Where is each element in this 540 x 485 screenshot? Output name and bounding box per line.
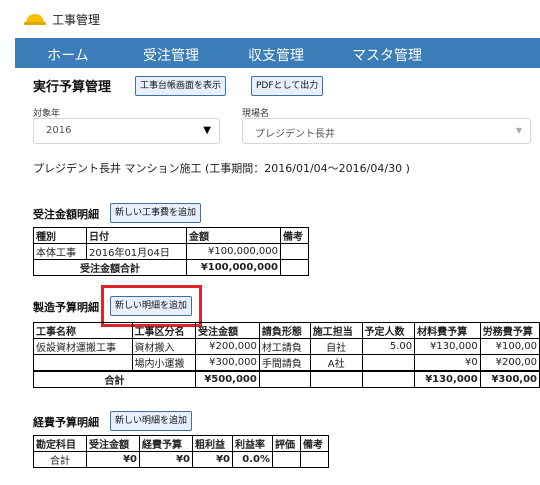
nav-balance[interactable]: 収支管理 — [248, 45, 304, 65]
empty-cell — [280, 259, 309, 276]
cell-note — [280, 243, 309, 260]
manufacturing-table: 工事名称 工事区分名 受注金額 請負形態 施工担当 予定人数 材料費予算 労務費… — [32, 322, 540, 388]
empty-cell — [272, 451, 301, 468]
highlight-box — [101, 285, 202, 327]
col-header: 工事名称 — [33, 322, 133, 339]
year-value: 2016 — [46, 125, 72, 136]
total-rate: 0.0% — [232, 451, 273, 468]
empty-cell — [309, 370, 363, 388]
cell-people — [361, 354, 416, 372]
total-label: 合計 — [33, 451, 87, 468]
main-nav: ホーム 受注管理 収支管理 マスタ管理 — [15, 38, 540, 68]
helmet-icon — [24, 14, 46, 25]
table-row: 本体工事 2016年01月04日 ¥100,000,000 — [33, 243, 309, 260]
col-header: 種別 — [33, 227, 87, 244]
col-header: 利益率 — [232, 435, 273, 452]
export-pdf-button[interactable]: PDFとして出力 — [251, 76, 324, 96]
col-header: 請負形態 — [258, 322, 311, 339]
empty-cell — [300, 451, 329, 468]
col-header: 備考 — [300, 435, 329, 452]
cell-type: 本体工事 — [33, 243, 87, 260]
cell-people: 5.00 — [361, 338, 416, 355]
total-label: 合計 — [32, 370, 197, 388]
site-value: プレジデント長井 — [255, 129, 335, 140]
total-profit: ¥0 — [192, 451, 233, 468]
total-order: ¥0 — [86, 451, 140, 468]
show-ledger-button[interactable]: 工事台帳画面を表示 — [135, 76, 227, 96]
cell-amount: ¥300,000 — [195, 354, 260, 372]
total-material: ¥130,000 — [414, 370, 481, 388]
col-header: 備考 — [280, 227, 309, 244]
year-select[interactable]: 2016 ▼ — [33, 118, 220, 144]
col-header: 金額 — [186, 227, 281, 244]
expenses-section-title: 経費予算明細 — [33, 416, 99, 429]
cell-name: 仮設資材運搬工事 — [33, 338, 133, 355]
col-header: 施工担当 — [309, 322, 363, 339]
total-row: 合計 ¥500,000 ¥130,000 ¥300,00 — [32, 370, 540, 388]
nav-master[interactable]: マスタ管理 — [352, 45, 422, 65]
col-header: 受注金額 — [195, 322, 260, 339]
expenses-table: 勘定科目 受注金額 経費予算 粗利益 利益率 評価 備考 合計 ¥0 ¥0 ¥0… — [33, 435, 329, 468]
col-header: 粗利益 — [192, 435, 233, 452]
table-header-row: 勘定科目 受注金額 経費予算 粗利益 利益率 評価 備考 — [33, 435, 329, 452]
col-header: 受注金額 — [86, 435, 140, 452]
add-construction-cost-button[interactable]: 新しい工事費を追加 — [110, 203, 202, 223]
cell-material: ¥130,000 — [414, 338, 481, 355]
col-header: 工事区分名 — [131, 322, 197, 339]
table-row: 場内小運搬 ¥300,000 手間請負 A社 ¥0 ¥200,00 — [33, 354, 540, 372]
col-header: 予定人数 — [361, 322, 416, 339]
cell-staff: A社 — [309, 354, 363, 372]
cell-form: 手間請負 — [258, 354, 311, 372]
col-header: 日付 — [86, 227, 187, 244]
site-select[interactable]: プレジデント長井 ▼ — [242, 118, 531, 144]
orders-table: 種別 日付 金額 備考 本体工事 2016年01月04日 ¥100,000,00… — [33, 227, 309, 276]
total-row: 受注金額合計 ¥100,000,000 — [33, 259, 309, 276]
table-header-row: 種別 日付 金額 備考 — [33, 227, 309, 244]
cell-division: 資材搬入 — [131, 338, 197, 355]
nav-home[interactable]: ホーム — [47, 45, 89, 65]
caret-down-icon: ▼ — [515, 126, 522, 135]
cell-amount: ¥100,000,000 — [186, 243, 281, 260]
caret-down-icon: ▼ — [203, 125, 211, 136]
cell-labor: ¥100,00 — [479, 338, 540, 355]
col-header: 勘定科目 — [33, 435, 87, 452]
add-expense-item-button[interactable]: 新しい明細を追加 — [110, 411, 193, 431]
cell-labor: ¥200,00 — [479, 354, 540, 372]
total-budget: ¥0 — [139, 451, 193, 468]
total-amount: ¥500,000 — [195, 370, 260, 388]
page-title: 実行予算管理 — [33, 80, 112, 95]
cell-date: 2016年01月04日 — [86, 243, 187, 260]
cell-name — [33, 354, 133, 372]
total-value: ¥100,000,000 — [186, 259, 281, 276]
col-header: 材料費予算 — [414, 322, 481, 339]
total-label: 受注金額合計 — [33, 259, 187, 276]
table-row: 仮設資材運搬工事 資材搬入 ¥200,000 材工請負 自社 5.00 ¥130… — [33, 338, 540, 355]
project-info: プレジデント長井 マンション施工 (工事期間：2016/01/04〜2016/0… — [33, 162, 410, 175]
cell-staff: 自社 — [309, 338, 363, 355]
col-header: 評価 — [272, 435, 301, 452]
col-header: 経費予算 — [139, 435, 193, 452]
empty-cell — [258, 370, 311, 388]
manufacturing-section-title: 製造予算明細 — [33, 301, 99, 314]
nav-orders[interactable]: 受注管理 — [143, 45, 199, 65]
total-labor: ¥300,00 — [479, 370, 540, 388]
orders-section-title: 受注金額明細 — [33, 208, 99, 221]
cell-material: ¥0 — [414, 354, 481, 372]
table-header-row: 工事名称 工事区分名 受注金額 請負形態 施工担当 予定人数 材料費予算 労務費… — [33, 322, 540, 339]
app-title: 工事管理 — [52, 13, 101, 27]
cell-amount: ¥200,000 — [195, 338, 260, 355]
cell-form: 材工請負 — [258, 338, 311, 355]
empty-cell — [361, 370, 416, 388]
cell-division: 場内小運搬 — [131, 354, 197, 372]
total-row: 合計 ¥0 ¥0 ¥0 0.0% — [33, 451, 329, 468]
col-header: 労務費予算 — [479, 322, 540, 339]
